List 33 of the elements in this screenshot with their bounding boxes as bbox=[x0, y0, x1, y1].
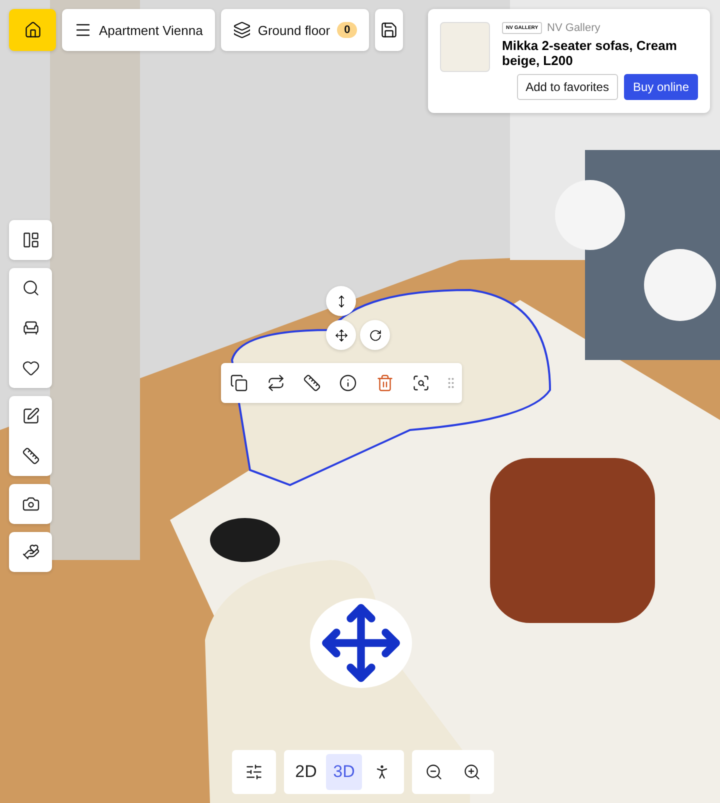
heart-icon bbox=[22, 359, 40, 377]
ruler-icon bbox=[303, 374, 322, 392]
menu-icon bbox=[74, 21, 92, 39]
product-title: Mikka 2-seater sofas, Cream beige, L200 bbox=[502, 38, 678, 68]
layers-icon bbox=[232, 21, 251, 39]
favorites-button[interactable]: Add to favorites bbox=[516, 74, 618, 100]
move-arrows-icon bbox=[319, 601, 403, 685]
armchair-icon bbox=[22, 319, 40, 337]
home-icon bbox=[24, 21, 42, 39]
save-icon bbox=[380, 21, 398, 39]
info-icon bbox=[339, 374, 358, 392]
floor-count: 0 bbox=[337, 22, 358, 38]
view-mode-tab[interactable]: 3D bbox=[326, 754, 362, 790]
zoom-out-icon bbox=[425, 763, 443, 781]
rotate-icon bbox=[368, 328, 382, 342]
floor-plan-icon bbox=[22, 231, 40, 249]
sofa-thumbnail bbox=[440, 22, 490, 72]
save-button[interactable] bbox=[375, 9, 404, 51]
buy-button[interactable]: Buy online bbox=[624, 74, 698, 100]
view-mode-tab[interactable]: 2D bbox=[288, 754, 324, 790]
move-icon bbox=[334, 328, 348, 342]
brand-name: NV Gallery bbox=[547, 22, 600, 34]
sliders-icon bbox=[245, 763, 263, 781]
copy-icon bbox=[230, 374, 248, 392]
camera-icon bbox=[22, 495, 40, 513]
trash-icon bbox=[376, 374, 394, 392]
floor-button[interactable]: Ground floor 0 bbox=[220, 9, 370, 51]
zoom-in-icon bbox=[463, 763, 481, 781]
search-icon bbox=[22, 279, 40, 297]
home-button[interactable] bbox=[9, 9, 56, 51]
project-menu-button[interactable]: Apartment Vienna bbox=[62, 9, 215, 51]
swap-icon bbox=[266, 374, 285, 392]
scan-icon bbox=[412, 374, 430, 392]
